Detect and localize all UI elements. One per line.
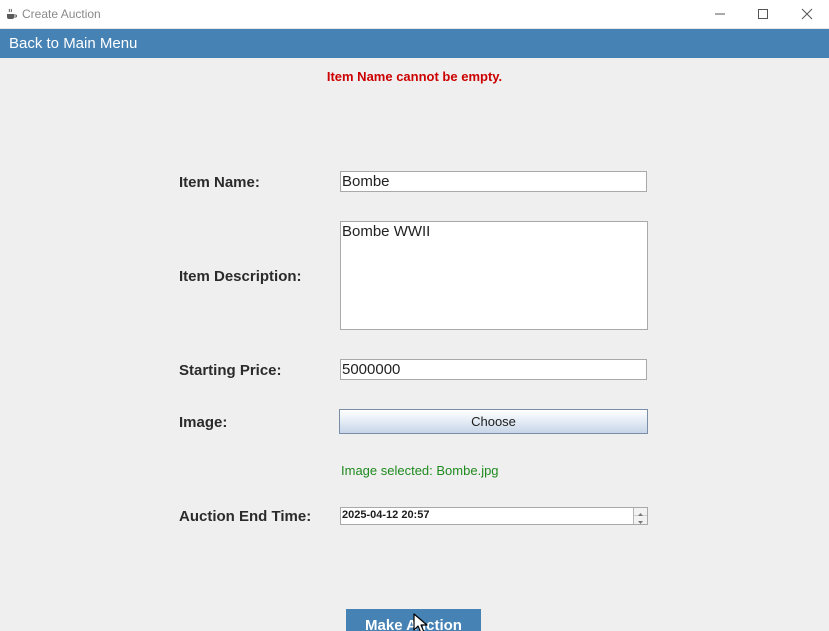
maximize-icon	[757, 8, 769, 20]
starting-price-input[interactable]: 5000000	[340, 359, 647, 380]
item-description-textarea[interactable]: Bombe WWII	[340, 221, 648, 330]
auction-end-time-value[interactable]: 2025-04-12 20:57	[342, 509, 429, 521]
image-selected-status: Image selected: Bombe.jpg	[341, 463, 499, 478]
item-name-label: Item Name:	[179, 174, 260, 191]
image-label: Image:	[179, 414, 228, 431]
error-message: Item Name cannot be empty.	[326, 69, 503, 84]
minimize-icon	[714, 8, 726, 20]
maximize-button[interactable]	[741, 0, 785, 28]
create-auction-window: Create Auction Back to Main Menu Item Na…	[0, 0, 829, 631]
close-icon	[801, 8, 813, 20]
auction-end-time-label: Auction End Time:	[179, 508, 312, 525]
item-name-input[interactable]: Bombe	[340, 171, 647, 192]
auction-end-time-spinner[interactable]: 2025-04-12 20:57	[340, 507, 648, 525]
back-label: Back to Main Menu	[9, 35, 138, 52]
java-cup-icon	[5, 7, 17, 19]
spinner-down-button[interactable]	[634, 516, 647, 524]
mouse-pointer-icon	[413, 613, 433, 631]
back-to-main-menu-button[interactable]: Back to Main Menu	[0, 29, 829, 58]
item-description-label: Item Description:	[179, 268, 302, 285]
title-bar: Create Auction	[0, 0, 829, 29]
chevron-down-icon	[638, 511, 643, 529]
close-button[interactable]	[785, 0, 829, 28]
choose-image-button[interactable]: Choose	[339, 409, 648, 434]
starting-price-label: Starting Price:	[179, 362, 282, 379]
window-title: Create Auction	[22, 7, 101, 21]
minimize-button[interactable]	[698, 0, 742, 28]
spinner-buttons	[633, 508, 647, 524]
